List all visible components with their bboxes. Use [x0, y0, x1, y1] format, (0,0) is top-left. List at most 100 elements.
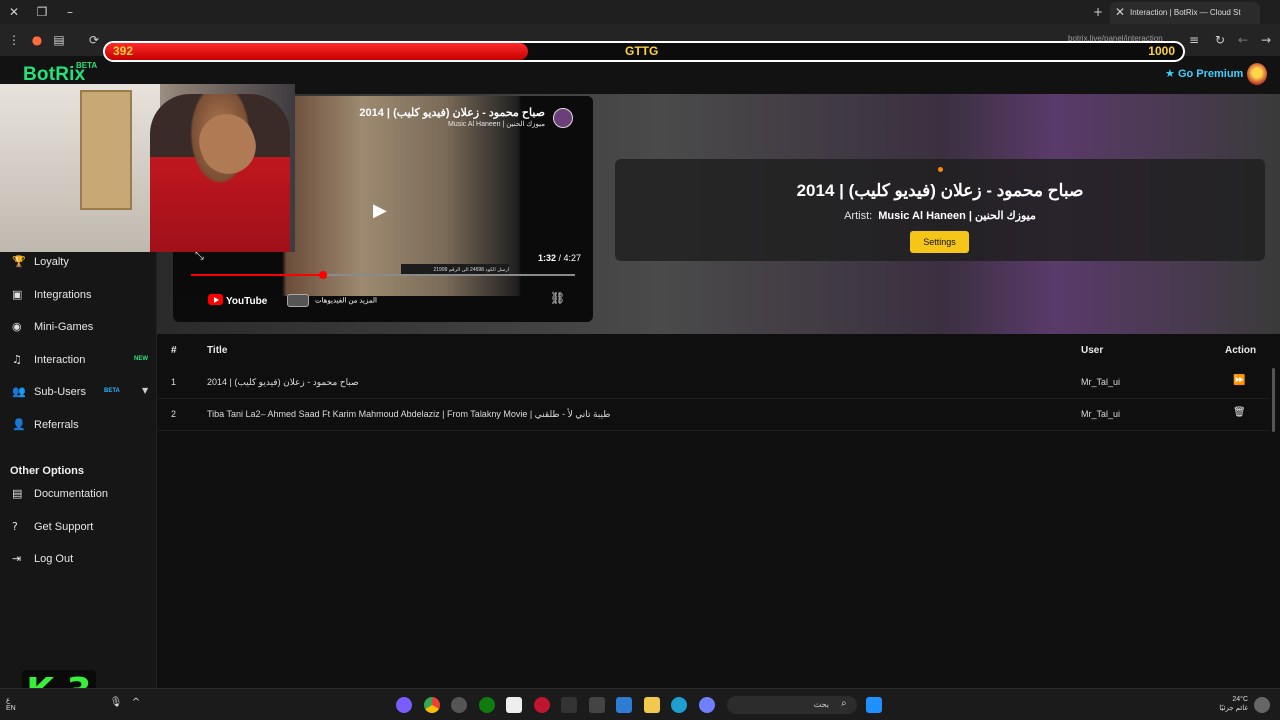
settings-sliders-icon[interactable]: ≡: [1186, 32, 1202, 48]
input-locale[interactable]: ع EN: [6, 697, 16, 713]
weather-widget[interactable]: 24°C غائم جزئيًا: [1218, 695, 1248, 713]
windows-start-icon[interactable]: [866, 697, 882, 713]
sidebar-item-mini-games[interactable]: ◉ Mini-Games: [10, 318, 155, 340]
sidebar-item-label: Integrations: [34, 289, 92, 301]
sidebar-item-log-out[interactable]: ⇥ Log Out: [10, 550, 155, 572]
header-title: Title: [207, 345, 228, 356]
browser-tab-strip: ✕ ❐ – + Interaction | BotRix — Cloud St …: [0, 0, 1280, 24]
hp-bar-label: GTTG: [625, 44, 659, 58]
stream-hp-bar: 392 GTTG 1000: [103, 41, 1185, 62]
webcam-door: [80, 90, 132, 210]
minimize-window-icon[interactable]: –: [62, 4, 78, 20]
webcam-overlay: [0, 84, 295, 252]
document-icon: ▤: [12, 487, 23, 500]
header-action: Action: [1225, 345, 1257, 356]
sidebar-item-integrations[interactable]: ▣ Integrations: [10, 286, 155, 308]
new-tab-icon[interactable]: +: [1090, 4, 1106, 20]
play-icon[interactable]: ▶: [373, 200, 397, 224]
sidebar-item-interaction[interactable]: ♫ Interaction NEW: [10, 351, 155, 373]
sidebar-item-label: Log Out: [34, 553, 74, 565]
trash-icon[interactable]: 🗑: [1233, 407, 1246, 418]
skip-forward-icon[interactable]: ⏩: [1233, 375, 1245, 386]
live-dot: [938, 167, 943, 172]
weather-cloud-icon: [1254, 697, 1270, 713]
app-red-icon[interactable]: [534, 697, 550, 713]
table-row[interactable]: 2 Tiba Tani La2– Ahmed Saad Ft Karim Mah…: [157, 399, 1270, 431]
logo-beta-badge: BETA: [76, 61, 98, 70]
video-progress-bar[interactable]: [191, 271, 575, 279]
more-videos-label: المزيد من الفيديوهات: [315, 297, 377, 305]
gamepad-icon: ◉: [12, 320, 22, 333]
row-user: Mr_Tal_ui: [1081, 377, 1121, 387]
taskbar: ع EN 🎙 ^ بحث ⌕ 24°C غائم جزئيًا: [0, 688, 1280, 720]
sidebar-toggle-icon[interactable]: ▤: [51, 32, 67, 48]
microphone-icon[interactable]: 🎙: [108, 697, 124, 713]
star-icon: ★: [1165, 67, 1175, 80]
time-total: 4:27: [563, 253, 582, 263]
search-icon: ⌕: [841, 698, 847, 709]
channel-name[interactable]: Music Al Haneen | ميوزك الحنين: [323, 120, 545, 128]
logout-icon: ⇥: [12, 552, 22, 565]
app-g-icon[interactable]: [506, 697, 522, 713]
more-videos-button[interactable]: المزيد من الفيديوهات: [287, 294, 377, 307]
app-icon[interactable]: [451, 697, 467, 713]
row-number: 1: [171, 377, 177, 387]
tab-interaction[interactable]: Interaction | BotRix — Cloud St: [1110, 2, 1260, 24]
mail-icon[interactable]: [616, 697, 632, 713]
row-title: صباح محمود - زعلان (فيديو كليب) | 2014: [207, 377, 359, 387]
artist-label: Artist:: [844, 210, 873, 222]
table-scrollbar[interactable]: [1272, 368, 1275, 432]
referrals-icon: 👤: [12, 418, 26, 431]
table-row[interactable]: 1 صباح محمود - زعلان (فيديو كليب) | 2014…: [157, 367, 1270, 399]
youtube-logo[interactable]: YouTube: [208, 294, 267, 307]
header-num: #: [171, 345, 177, 356]
restore-window-icon[interactable]: ❐: [34, 4, 50, 20]
sidebar-item-loyalty[interactable]: 🏆 Loyalty: [10, 253, 155, 275]
sidebar-item-sub-users[interactable]: 👥 Sub-Users BETA ▼: [10, 383, 155, 405]
reload-icon[interactable]: ⟳: [86, 32, 102, 48]
chevron-down-icon[interactable]: ▼: [142, 386, 148, 395]
sidebar-item-get-support[interactable]: ? Get Support: [10, 518, 155, 540]
app-dark-icon[interactable]: [561, 697, 577, 713]
sidebar-item-documentation[interactable]: ▤ Documentation: [10, 485, 155, 507]
chevron-up-icon[interactable]: ^: [128, 697, 144, 713]
extension-icon[interactable]: ●: [29, 32, 45, 48]
channel-avatar[interactable]: [553, 108, 573, 128]
folder-icon[interactable]: [644, 697, 660, 713]
tab-close-icon[interactable]: ✕: [1112, 4, 1128, 20]
settings-gear-icon[interactable]: [589, 697, 605, 713]
new-badge: NEW: [134, 356, 148, 362]
sidebar-item-label: Documentation: [34, 488, 108, 500]
row-user: Mr_Tal_ui: [1081, 409, 1121, 419]
copilot-icon[interactable]: [699, 697, 715, 713]
hp-max-value: 1000: [1148, 44, 1175, 58]
xbox-icon[interactable]: [479, 697, 495, 713]
hp-current-value: 392: [113, 44, 134, 58]
taskbar-search[interactable]: بحث: [727, 696, 857, 714]
integrations-icon: ▣: [12, 288, 23, 301]
row-number: 2: [171, 409, 177, 419]
chrome-icon[interactable]: [424, 697, 440, 713]
go-premium-button[interactable]: ★ Go Premium: [1165, 67, 1243, 80]
header-user: User: [1081, 345, 1104, 356]
close-window-icon[interactable]: ✕: [6, 4, 22, 20]
sidebar-item-referrals[interactable]: 👤 Referrals: [10, 416, 155, 438]
song-queue-table: # Title User Action 1 صباح محمود - زعلان…: [157, 334, 1280, 688]
menu-dots-icon[interactable]: ⋮: [6, 32, 22, 48]
settings-button[interactable]: Settings: [910, 231, 969, 253]
link-icon[interactable]: ⛓: [550, 291, 565, 305]
edge-icon[interactable]: [671, 697, 687, 713]
refresh-icon[interactable]: ↻: [1212, 32, 1228, 48]
user-avatar[interactable]: [1247, 63, 1267, 85]
youtube-label: YouTube: [226, 296, 268, 307]
more-videos-thumb: [287, 294, 309, 307]
forward-icon[interactable]: →: [1258, 32, 1274, 48]
weather-temp: 24°C: [1232, 696, 1248, 703]
now-playing-card: صباح محمود - زعلان (فيديو كليب) | 2014 A…: [615, 159, 1265, 261]
video-title[interactable]: صباح محمود - زعلان (فيديو كليب) | 2014: [293, 106, 545, 119]
sidebar-item-label: Interaction: [34, 354, 86, 366]
tab-title: Interaction | BotRix — Cloud St: [1130, 8, 1241, 17]
sidebar-item-label: Mini-Games: [34, 321, 94, 333]
discord-icon[interactable]: [396, 697, 412, 713]
back-icon[interactable]: ←: [1235, 32, 1251, 48]
